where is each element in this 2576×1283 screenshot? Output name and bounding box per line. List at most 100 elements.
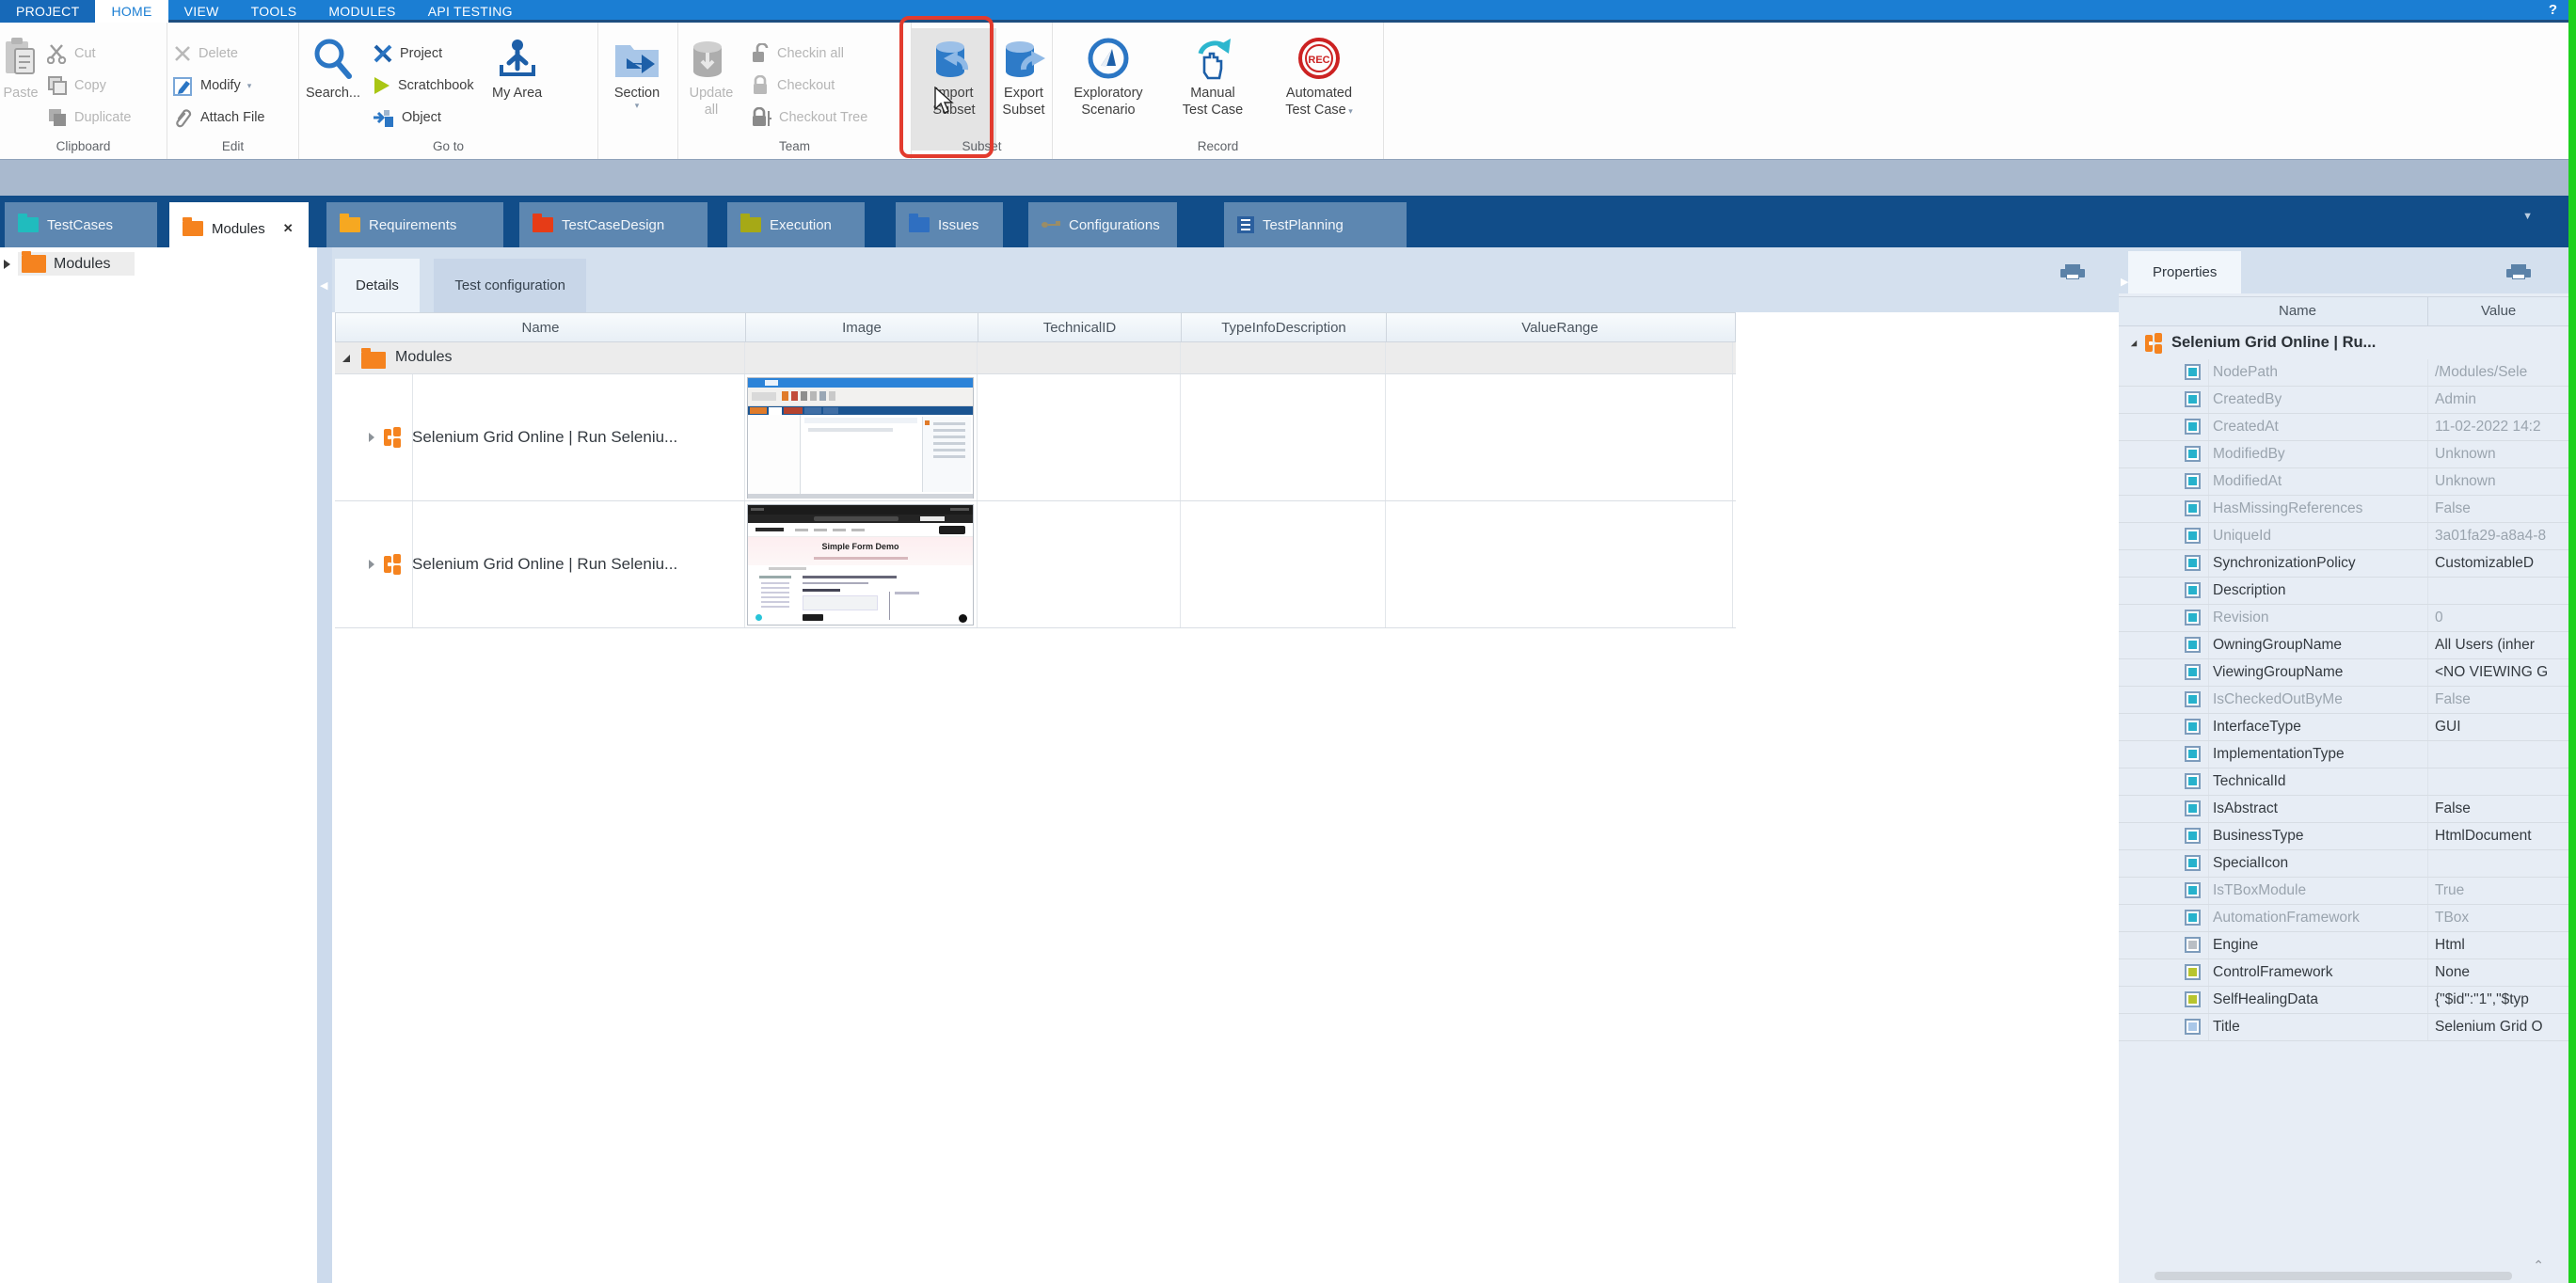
tab-configurations[interactable]: Configurations	[1028, 202, 1177, 247]
automated-test-case-button[interactable]: RECAutomatedTest Case ▾	[1262, 28, 1376, 150]
modify-button[interactable]: Modify▾	[167, 71, 271, 99]
property-row-businesstype[interactable]: BusinessTypeHtmlDocument	[2119, 823, 2568, 850]
checkout-button[interactable]: Checkout	[744, 71, 873, 99]
export-subset-button[interactable]: ExportSubset	[996, 28, 1051, 150]
my-area-button[interactable]: My Area	[480, 28, 555, 150]
menu-item-project[interactable]: PROJECT	[0, 0, 95, 23]
property-row-technicalid[interactable]: TechnicalId	[2119, 768, 2568, 796]
property-row-createdby[interactable]: CreatedByAdmin	[2119, 387, 2568, 414]
property-value[interactable]: GUI	[2435, 719, 2567, 736]
property-row-revision[interactable]: Revision0	[2119, 605, 2568, 632]
chevron-down-icon[interactable]: ▾	[635, 102, 640, 109]
menu-item-tools[interactable]: TOOLS	[235, 0, 313, 23]
checkout-tree-button[interactable]: Checkout Tree	[744, 103, 873, 131]
property-row-controlframework[interactable]: ControlFrameworkNone	[2119, 959, 2568, 987]
property-value[interactable]: None	[2435, 964, 2567, 981]
property-value[interactable]: <NO VIEWING G	[2435, 664, 2567, 681]
property-value[interactable]: {"$id":"1","$typ	[2435, 991, 2567, 1008]
close-tab-icon[interactable]: ✕	[283, 221, 294, 236]
expand-icon[interactable]	[369, 560, 374, 569]
property-row-ischeckedoutbyme[interactable]: IsCheckedOutByMeFalse	[2119, 687, 2568, 714]
goto-project-button[interactable]: Project	[367, 40, 480, 67]
tab-testplanning[interactable]: TestPlanning	[1224, 202, 1407, 247]
expand-collapse-icon[interactable]	[342, 355, 350, 362]
splitter-collapse-right-icon[interactable]: ▶	[2121, 276, 2128, 288]
goto-scratchbook-button[interactable]: Scratchbook	[367, 71, 480, 99]
property-value[interactable]: All Users (inher	[2435, 637, 2567, 654]
paste-button[interactable]: Paste	[0, 28, 41, 150]
update-all-button[interactable]: Updateall	[678, 28, 744, 150]
manual-test-case-button[interactable]: ManualTest Case	[1164, 28, 1262, 150]
menu-item-modules[interactable]: MODULES	[312, 0, 411, 23]
property-row-viewinggroupname[interactable]: ViewingGroupName<NO VIEWING G	[2119, 659, 2568, 687]
property-value[interactable]: False	[2435, 691, 2567, 708]
printer-icon[interactable]	[2060, 264, 2085, 281]
expand-icon[interactable]	[4, 260, 10, 269]
duplicate-button[interactable]: Duplicate	[41, 103, 136, 131]
table-row-modules-root[interactable]: Modules	[335, 342, 1736, 374]
property-value[interactable]: True	[2435, 882, 2567, 899]
column-header-valuerange[interactable]: ValueRange	[1386, 313, 1733, 341]
menu-item-view[interactable]: VIEW	[168, 0, 235, 23]
property-value[interactable]: 11-02-2022 14:2	[2435, 419, 2567, 436]
property-row-synchronizationpolicy[interactable]: SynchronizationPolicyCustomizableD	[2119, 550, 2568, 578]
property-row-automationframework[interactable]: AutomationFrameworkTBox	[2119, 905, 2568, 932]
menu-item-api-testing[interactable]: API TESTING	[412, 0, 529, 23]
property-value[interactable]: 3a01fa29-a8a4-8	[2435, 528, 2567, 545]
property-value[interactable]: False	[2435, 800, 2567, 817]
property-row-uniqueid[interactable]: UniqueId3a01fa29-a8a4-8	[2119, 523, 2568, 550]
property-row-createdat[interactable]: CreatedAt11-02-2022 14:2	[2119, 414, 2568, 441]
cut-button[interactable]: Cut	[41, 40, 136, 67]
property-row-specialicon[interactable]: SpecialIcon	[2119, 850, 2568, 878]
property-row-hasmissingreferences[interactable]: HasMissingReferencesFalse	[2119, 496, 2568, 523]
chevron-down-icon[interactable]: ▾	[247, 82, 252, 89]
property-value[interactable]: Unknown	[2435, 446, 2567, 463]
printer-icon[interactable]	[2506, 264, 2531, 281]
tab-execution[interactable]: Execution	[727, 202, 865, 247]
horizontal-scrollbar-thumb[interactable]	[2155, 1272, 2512, 1280]
table-row-module[interactable]: Selenium Grid Online | Run Seleniu...Sim…	[335, 501, 1736, 628]
property-row-nodepath[interactable]: NodePath/Modules/Sele	[2119, 359, 2568, 387]
goto-object-button[interactable]: Object	[367, 103, 480, 131]
table-row-module[interactable]: Selenium Grid Online | Run Seleniu...	[335, 374, 1736, 501]
property-value[interactable]: 0	[2435, 610, 2567, 626]
property-value[interactable]: /Modules/Sele	[2435, 364, 2567, 381]
column-header-image[interactable]: Image	[745, 313, 978, 341]
tree-item-modules[interactable]: Modules	[4, 252, 135, 276]
expand-collapse-icon[interactable]	[2131, 340, 2137, 345]
property-value[interactable]: False	[2435, 500, 2567, 517]
exploratory-scenario-button[interactable]: ExploratoryScenario	[1053, 28, 1164, 150]
delete-button[interactable]: Delete	[167, 40, 271, 67]
tab-modules[interactable]: Modules✕	[169, 202, 309, 255]
copy-button[interactable]: Copy	[41, 71, 136, 99]
property-row-istboxmodule[interactable]: IsTBoxModuleTrue	[2119, 878, 2568, 905]
view-tab-details[interactable]: Details	[335, 259, 420, 312]
property-value[interactable]: CustomizableD	[2435, 555, 2567, 572]
property-row-selfhealingdata[interactable]: SelfHealingData{"$id":"1","$typ	[2119, 987, 2568, 1014]
column-header-typeinfodescription[interactable]: TypeInfoDescription	[1181, 313, 1386, 341]
property-row-implementationtype[interactable]: ImplementationType	[2119, 741, 2568, 768]
property-row-interfacetype[interactable]: InterfaceTypeGUI	[2119, 714, 2568, 741]
tab-overflow-chevron-down-icon[interactable]: ▼	[2522, 211, 2533, 222]
property-row-engine[interactable]: EngineHtml	[2119, 932, 2568, 959]
property-value[interactable]: Html	[2435, 937, 2567, 954]
tab-testcases[interactable]: TestCases	[5, 202, 157, 247]
property-row-modifiedat[interactable]: ModifiedAtUnknown	[2119, 468, 2568, 496]
ribbon-collapse-icon[interactable]: ⌃	[2533, 1258, 2544, 1274]
property-row-modifiedby[interactable]: ModifiedByUnknown	[2119, 441, 2568, 468]
view-tab-test-configuration[interactable]: Test configuration	[434, 259, 586, 312]
property-row-isabstract[interactable]: IsAbstractFalse	[2119, 796, 2568, 823]
checkin-all-button[interactable]: Checkin all	[744, 40, 873, 67]
property-value[interactable]: Selenium Grid O	[2435, 1019, 2567, 1036]
column-header-technicalid[interactable]: TechnicalID	[978, 313, 1181, 341]
panel-splitter[interactable]: ◀	[317, 247, 332, 1283]
tab-requirements[interactable]: Requirements	[326, 202, 503, 247]
search-button[interactable]: Search...	[299, 28, 367, 150]
chevron-down-icon[interactable]: ▾	[1346, 106, 1353, 116]
property-row-description[interactable]: Description	[2119, 578, 2568, 605]
column-header-name[interactable]: Name	[335, 313, 745, 341]
menu-item-home[interactable]: HOME	[95, 0, 167, 23]
section-button[interactable]: Section▾	[598, 28, 676, 150]
attach-file-button[interactable]: Attach File	[167, 103, 271, 131]
property-value[interactable]: Admin	[2435, 391, 2567, 408]
